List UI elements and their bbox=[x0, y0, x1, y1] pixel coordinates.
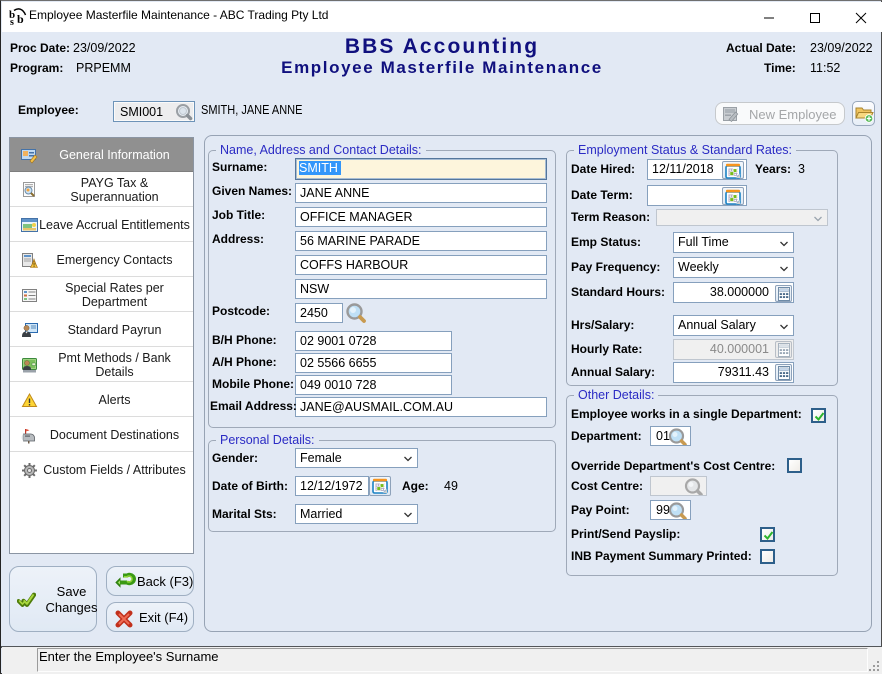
svg-text:b: b bbox=[17, 12, 24, 26]
svg-text:s: s bbox=[10, 17, 14, 26]
